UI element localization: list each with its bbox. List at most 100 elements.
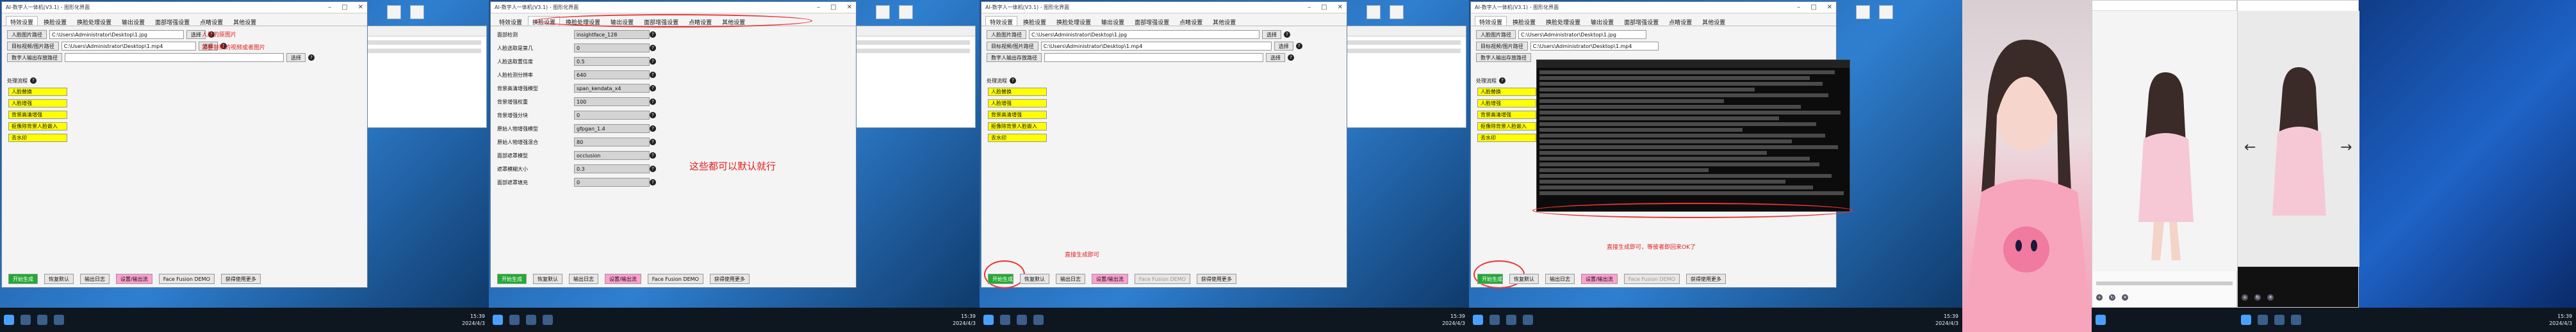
process-item[interactable]: 人脸增强 (1477, 99, 1536, 107)
folder-icon[interactable] (526, 315, 536, 325)
tab-processing[interactable]: 换脸处理设置 (72, 16, 116, 26)
process-item[interactable]: 人脸替换 (988, 88, 1047, 96)
browser-icon[interactable] (1523, 315, 1533, 325)
folder-icon[interactable] (1017, 315, 1027, 325)
tab-processing[interactable]: 换脸处理设置 (1052, 16, 1095, 26)
reset-button[interactable]: 恢复默认 (1020, 274, 1049, 284)
tab-face-swap[interactable]: 换脸设置 (528, 16, 561, 26)
reset-button[interactable]: 恢复默认 (44, 274, 74, 284)
target-path[interactable]: C:\Users\Administrator\Desktop\1.mp4 (61, 42, 196, 51)
more-button[interactable]: 获得使用更多 (220, 274, 261, 284)
start-button[interactable]: 开始生成 (8, 274, 38, 284)
console-window[interactable] (1536, 59, 1850, 212)
stream-button[interactable]: 设置/输出流 (1092, 274, 1128, 284)
search-icon[interactable] (21, 315, 31, 325)
tab-eye[interactable]: 点睛设置 (684, 16, 716, 26)
desktop-file-icon[interactable] (876, 5, 890, 19)
select-button[interactable]: 选择 (1262, 30, 1281, 39)
face-image-path[interactable]: C:\Users\Administrator\Desktop\1.jpg (1518, 30, 1646, 39)
help-icon[interactable]: ? (308, 54, 315, 61)
minimize-icon[interactable]: – (1308, 4, 1311, 11)
desktop-file-icon[interactable] (387, 5, 401, 19)
log-button[interactable]: 输出日志 (569, 274, 598, 284)
delete-icon[interactable]: ✕ (2122, 294, 2128, 301)
help-icon[interactable]: ? (650, 31, 656, 38)
tab-effects[interactable]: 特效设置 (1475, 16, 1507, 26)
log-button[interactable]: 输出日志 (1545, 274, 1575, 284)
reset-button[interactable]: 恢复默认 (533, 274, 562, 284)
tab-other[interactable]: 其他设置 (1698, 16, 1730, 26)
search-icon[interactable] (509, 315, 520, 325)
process-item[interactable]: 背景高清增强 (988, 111, 1047, 119)
output-button[interactable]: 数字人输出存放路径 (987, 53, 1042, 62)
start-icon[interactable] (2096, 315, 2106, 325)
help-icon[interactable]: ? (650, 166, 656, 172)
maximize-icon[interactable]: □ (1321, 4, 1327, 11)
start-icon[interactable] (983, 315, 994, 325)
tab-face-enhance[interactable]: 面部增强设置 (151, 16, 194, 26)
start-button[interactable]: 开始生成 (497, 274, 527, 284)
setting-field[interactable]: 0 (574, 178, 650, 187)
start-icon[interactable] (1473, 315, 1483, 325)
target-button[interactable]: 目标视频/图片路径 (987, 42, 1038, 51)
search-icon[interactable] (1489, 315, 1500, 325)
maximize-icon[interactable]: □ (830, 4, 836, 11)
start-icon[interactable] (4, 315, 14, 325)
tab-processing[interactable]: 换脸处理设置 (1541, 16, 1585, 26)
output-path[interactable] (65, 53, 284, 62)
log-button[interactable]: 输出日志 (80, 274, 110, 284)
demo-button[interactable]: Face Fusion DEMO (1134, 274, 1190, 284)
search-icon[interactable] (2258, 315, 2268, 325)
tab-face-enhance[interactable]: 面部增强设置 (639, 16, 683, 26)
log-button[interactable]: 输出日志 (1056, 274, 1085, 284)
minimize-icon[interactable]: – (1797, 4, 1800, 11)
help-icon[interactable]: ? (650, 112, 656, 118)
stream-button[interactable]: 设置/输出流 (1581, 274, 1618, 284)
setting-field[interactable]: 640 (574, 70, 650, 79)
close-icon[interactable]: ✕ (847, 4, 852, 11)
start-button[interactable]: 开始生成 (988, 274, 1013, 284)
close-icon[interactable]: ✕ (1827, 4, 1832, 11)
browser-icon[interactable] (54, 315, 64, 325)
help-icon[interactable]: ? (1499, 77, 1505, 84)
tab-processing[interactable]: 换脸处理设置 (561, 16, 605, 26)
maximize-icon[interactable]: □ (341, 4, 347, 11)
close-icon[interactable]: ✕ (358, 4, 363, 11)
delete-icon[interactable]: ✕ (2267, 294, 2274, 301)
zoom-icon[interactable]: + (2096, 294, 2103, 301)
search-icon[interactable] (1000, 315, 1010, 325)
select-button[interactable]: 选择 (1266, 53, 1285, 62)
tab-face-swap[interactable]: 换脸设置 (1019, 16, 1051, 26)
tab-other[interactable]: 其他设置 (718, 16, 750, 26)
face-image-path[interactable]: C:\Users\Administrator\Desktop\1.jpg (1029, 30, 1259, 39)
close-icon[interactable]: ✕ (1338, 4, 1343, 11)
tab-output[interactable]: 输出设置 (117, 16, 149, 26)
tab-eye[interactable]: 点睛设置 (1175, 16, 1207, 26)
tab-output[interactable]: 输出设置 (1097, 16, 1129, 26)
demo-button[interactable]: Face Fusion DEMO (1623, 274, 1680, 284)
tab-output[interactable]: 输出设置 (1586, 16, 1618, 26)
demo-button[interactable]: Face Fusion DEMO (647, 274, 703, 284)
folder-icon[interactable] (37, 315, 47, 325)
setting-dropdown[interactable]: span_kendata_x4 (574, 84, 650, 93)
process-item[interactable]: 人脸替换 (1477, 88, 1536, 96)
more-button[interactable]: 获得使用更多 (1196, 274, 1236, 284)
browser-icon[interactable] (543, 315, 553, 325)
setting-field[interactable]: 0.3 (574, 164, 650, 173)
setting-dropdown[interactable]: gfpgan_1.4 (574, 124, 650, 133)
desktop-file-icon[interactable] (410, 5, 424, 19)
demo-button[interactable]: Face Fusion DEMO (158, 274, 215, 284)
folder-icon[interactable] (1506, 315, 1516, 325)
desktop-file-icon[interactable] (1879, 5, 1893, 19)
browser-icon[interactable] (1033, 315, 1044, 325)
face-image-button[interactable]: 人脸图片路径 (987, 30, 1026, 39)
setting-field[interactable]: 0 (574, 43, 650, 52)
more-button[interactable]: 获得使用更多 (709, 274, 750, 284)
process-item[interactable]: 抠像除背景人脸嵌入 (1477, 122, 1536, 130)
maximize-icon[interactable]: □ (1810, 4, 1816, 11)
setting-field[interactable]: 0 (574, 111, 650, 120)
process-item[interactable]: 人脸增强 (8, 99, 67, 107)
help-icon[interactable]: ? (650, 125, 656, 132)
help-icon[interactable]: ? (1284, 31, 1290, 38)
tab-effects[interactable]: 特效设置 (495, 16, 527, 26)
